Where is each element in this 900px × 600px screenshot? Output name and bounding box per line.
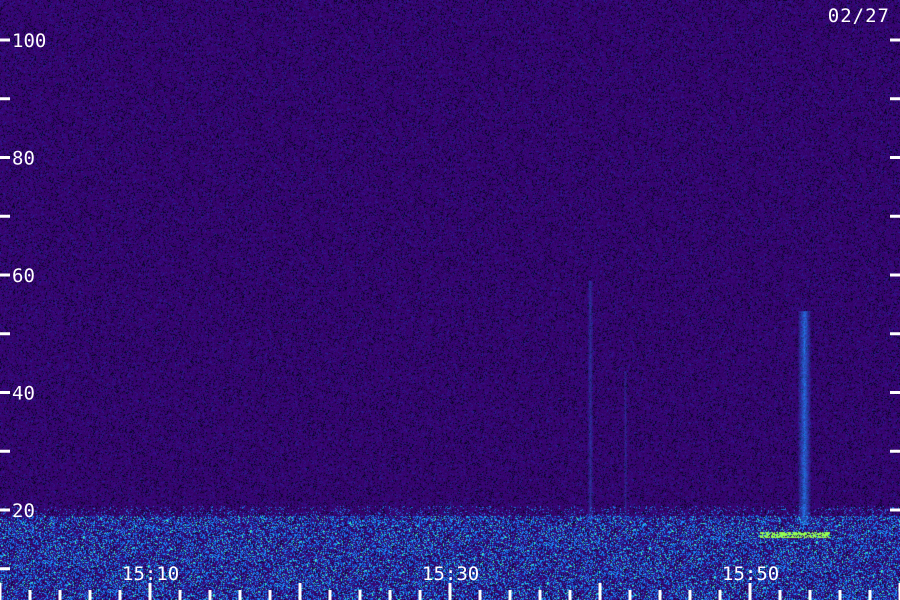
y-tick-label: 40	[12, 383, 35, 405]
x-axis: 15:10 15:30 15:50	[0, 563, 900, 600]
x-tick-label: 15:10	[122, 563, 179, 585]
y-tick-label: 60	[12, 265, 35, 287]
y-tick-label: 80	[12, 148, 35, 170]
y-tick-label: 100	[12, 30, 46, 52]
date-label: 02/27	[827, 5, 890, 27]
y-axis: 100 80 60 40 20	[0, 30, 900, 571]
y-tick-label: 20	[12, 500, 35, 522]
x-tick-label: 15:50	[722, 563, 779, 585]
axis-overlay: 100 80 60 40 20 15:10 15:30 15:50	[0, 30, 900, 600]
x-tick-label: 15:30	[422, 563, 479, 585]
